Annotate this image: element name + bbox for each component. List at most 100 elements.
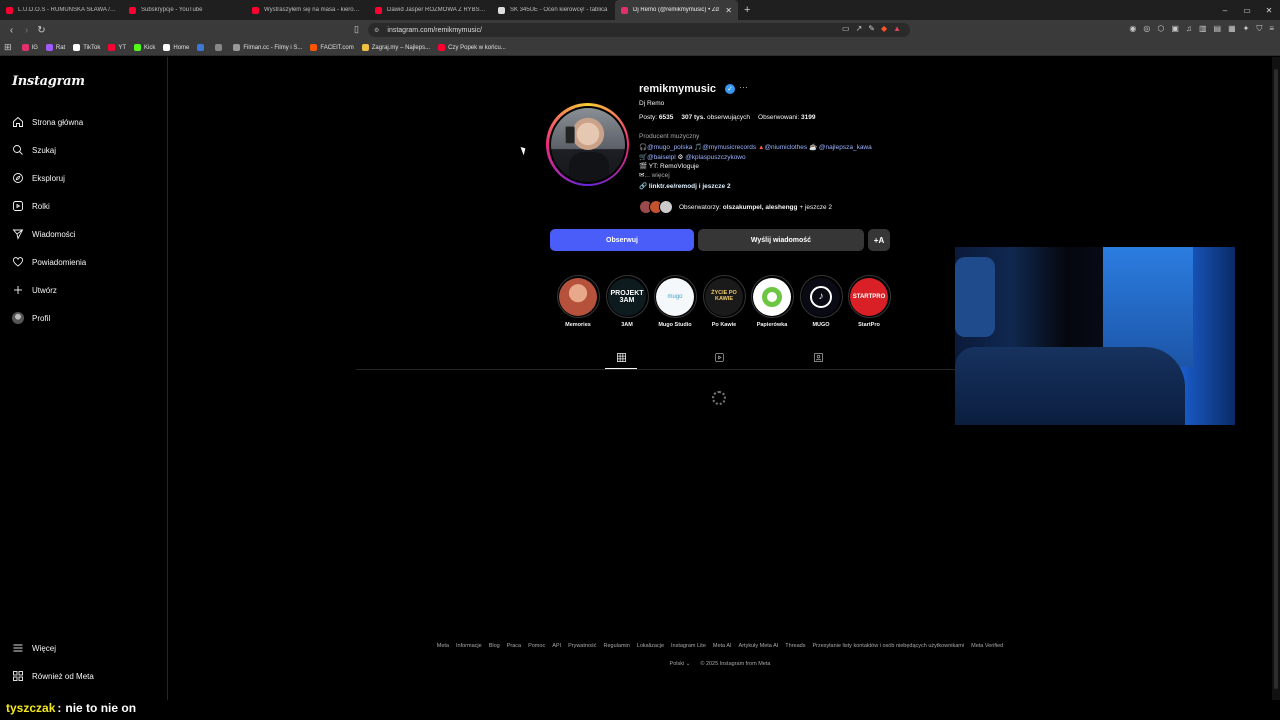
bio-mention[interactable]: @najlepsza_kawa <box>819 144 872 151</box>
options-icon[interactable]: ⋯ <box>739 82 748 93</box>
brave-shield-icon[interactable]: ◆ <box>881 24 887 33</box>
browser-tab[interactable]: Dawid Jasper ROZMOWA Z RYBSON <box>369 0 492 20</box>
share-icon[interactable]: ↗ <box>856 24 863 33</box>
install-app-icon[interactable]: ▭ <box>842 24 850 33</box>
bio-mention[interactable]: @mymusicrecords <box>702 144 756 151</box>
footer-link[interactable]: Regulamin <box>604 643 630 649</box>
menu-icon[interactable]: ≡ <box>1269 24 1274 34</box>
highlight-mugo-studio[interactable]: mugo Mugo Studio <box>653 275 697 328</box>
bookmark-item[interactable] <box>215 44 225 51</box>
footer-link[interactable]: Instagram Lite <box>671 643 706 649</box>
sidebar-item-profile[interactable]: Profil <box>11 310 50 326</box>
suggested-accounts-button[interactable]: +A <box>868 229 890 251</box>
sidebar-item-explore[interactable]: Eksploruj <box>11 170 65 186</box>
highlight-memories[interactable]: Memories <box>556 275 600 328</box>
footer-link[interactable]: Informacje <box>456 643 482 649</box>
bookmark-item[interactable]: TikTok <box>73 44 100 51</box>
sidebar-item-search[interactable]: Szukaj <box>11 142 56 158</box>
page-scrollbar[interactable] <box>1272 57 1280 700</box>
footer-link[interactable]: Praca <box>507 643 521 649</box>
edit-icon[interactable]: ✎ <box>868 24 875 33</box>
brave-rewards-icon[interactable]: ▲ <box>893 24 901 33</box>
highlight-po-kawie[interactable]: ŻYCIE PO KAWIE Po Kawie <box>702 275 746 328</box>
vpn-icon[interactable]: ⛉ <box>1256 24 1262 34</box>
sidebar-item-notifications[interactable]: Powiadomienia <box>11 254 86 270</box>
bookmark-item[interactable]: YT <box>108 44 126 51</box>
browser-tab-active[interactable]: Dj Remo (@remikmymusic) • Zd ✕ <box>615 0 738 20</box>
bio-mention[interactable]: @mugo_polska <box>647 144 692 151</box>
footer-link[interactable]: Artykuły Meta AI <box>739 643 779 649</box>
bookmark-item[interactable]: Kick <box>134 44 155 51</box>
footer-link[interactable]: Prywatność <box>568 643 596 649</box>
highlight-startpro[interactable]: STARTPRO StartPro <box>847 275 891 328</box>
tabs-icon[interactable]: ▤ <box>1214 24 1222 34</box>
minimize-button[interactable]: – <box>1214 6 1236 15</box>
footer-link[interactable]: Przesyłanie listy kontaktów i osób niebę… <box>812 643 964 649</box>
browser-tab[interactable]: L.U.D.O.S - RUMUŃSKA SŁAWA / DE <box>0 0 123 20</box>
follow-button[interactable]: Obserwuj <box>550 229 694 251</box>
bookmark-item[interactable]: FACEIT.com <box>310 44 354 51</box>
bio-more-link[interactable]: ... więcej <box>644 172 669 179</box>
profile-avatar[interactable] <box>546 103 629 186</box>
browser-tab[interactable]: Subskrypcje - YouTube <box>123 0 246 20</box>
forward-icon[interactable]: › <box>19 25 34 36</box>
bookmark-item[interactable]: Home <box>163 44 189 51</box>
followers-count[interactable]: 307 tys. obserwujących <box>681 114 750 121</box>
sidebar-icon[interactable]: ▥ <box>1199 24 1207 34</box>
bio-mention[interactable]: @niumiclothes <box>764 144 807 151</box>
sidebar-item-reels[interactable]: Rolki <box>11 198 50 214</box>
bookmark-item[interactable]: Rat <box>45 44 65 51</box>
footer-link[interactable]: Pomoc <box>528 643 545 649</box>
bio-mention[interactable]: @kplaspuszczykowo <box>685 154 745 161</box>
footer-link[interactable]: Blog <box>489 643 500 649</box>
scrollbar-thumb[interactable] <box>1274 69 1278 689</box>
leo-icon[interactable]: ✦ <box>1243 24 1250 34</box>
bookmark-icon[interactable]: ▯ <box>354 24 359 35</box>
bookmark-item[interactable]: IG <box>21 44 38 51</box>
following-count[interactable]: Obserwowani: 3199 <box>758 114 815 121</box>
extension-icon[interactable]: ⬡ <box>1157 24 1164 34</box>
close-tab-icon[interactable]: ✕ <box>725 6 732 15</box>
extension-icon[interactable]: ◎ <box>1143 24 1150 34</box>
tab-tagged[interactable] <box>810 350 826 364</box>
instagram-logo[interactable]: Instagram <box>12 74 85 89</box>
reload-icon[interactable]: ↻ <box>34 25 49 36</box>
site-info-icon[interactable]: ⚙ <box>374 27 379 34</box>
sidebar-item-create[interactable]: Utwórz <box>11 282 57 298</box>
footer-link[interactable]: Meta Verified <box>971 643 1003 649</box>
footer-link[interactable]: Lokalizacje <box>637 643 664 649</box>
highlight-papierowka[interactable]: Papierówka <box>750 275 794 328</box>
back-icon[interactable]: ‹ <box>4 25 19 36</box>
close-window-button[interactable]: ✕ <box>1258 6 1280 15</box>
footer-link[interactable]: Threads <box>785 643 805 649</box>
url-field[interactable]: ⚙ instagram.com/remikmymusic/ <box>368 23 910 37</box>
bookmark-item[interactable]: Filman.cc - Filmy i S... <box>233 44 302 51</box>
footer-link[interactable]: Meta AI <box>713 643 732 649</box>
bio-mention[interactable]: @baiselpl <box>647 154 676 161</box>
sidebar-item-also-from-meta[interactable]: Również od Meta <box>11 668 94 684</box>
tab-posts[interactable] <box>613 350 629 364</box>
language-select[interactable]: Polski ⌄ <box>670 661 691 667</box>
extension-icon[interactable]: ▣ <box>1171 24 1179 34</box>
bookmark-item[interactable]: Czy Popek w końcu... <box>438 44 506 51</box>
maximize-button[interactable]: ▭ <box>1236 6 1258 15</box>
footer-link[interactable]: API <box>552 643 561 649</box>
highlight-mugo[interactable]: ♪ MUGO <box>799 275 843 328</box>
wallet-icon[interactable]: ▦ <box>1228 24 1236 34</box>
browser-tab[interactable]: SK 345UE - Oceń kierowcę! - tablica <box>492 0 615 20</box>
message-button[interactable]: Wyślij wiadomość <box>698 229 864 251</box>
bookmark-item[interactable] <box>197 44 207 51</box>
new-tab-button[interactable]: + <box>744 4 750 16</box>
sidebar-item-home[interactable]: Strona główna <box>11 114 83 130</box>
profile-link[interactable]: 🔗 linktr.ee/remodj i jeszcze 2 <box>639 182 731 190</box>
highlight-3am[interactable]: PROJEKT 3AM 3AM <box>605 275 649 328</box>
footer-link[interactable]: Meta <box>437 643 449 649</box>
sidebar-item-messages[interactable]: Wiadomości <box>11 226 76 242</box>
extension-icon[interactable]: ◉ <box>1129 24 1136 34</box>
browser-tab[interactable]: Wystraszyłem się na masa - kierowca <box>246 0 369 20</box>
tab-reels[interactable] <box>711 350 727 364</box>
media-icon[interactable]: ♫ <box>1186 24 1192 34</box>
mutual-followers[interactable]: Obserwatorzy: olszakumpel, aleshengg + j… <box>639 200 832 214</box>
apps-grid-icon[interactable]: ⊞ <box>4 42 12 53</box>
bookmark-item[interactable]: Zagraj.my – Najleps... <box>361 44 430 51</box>
